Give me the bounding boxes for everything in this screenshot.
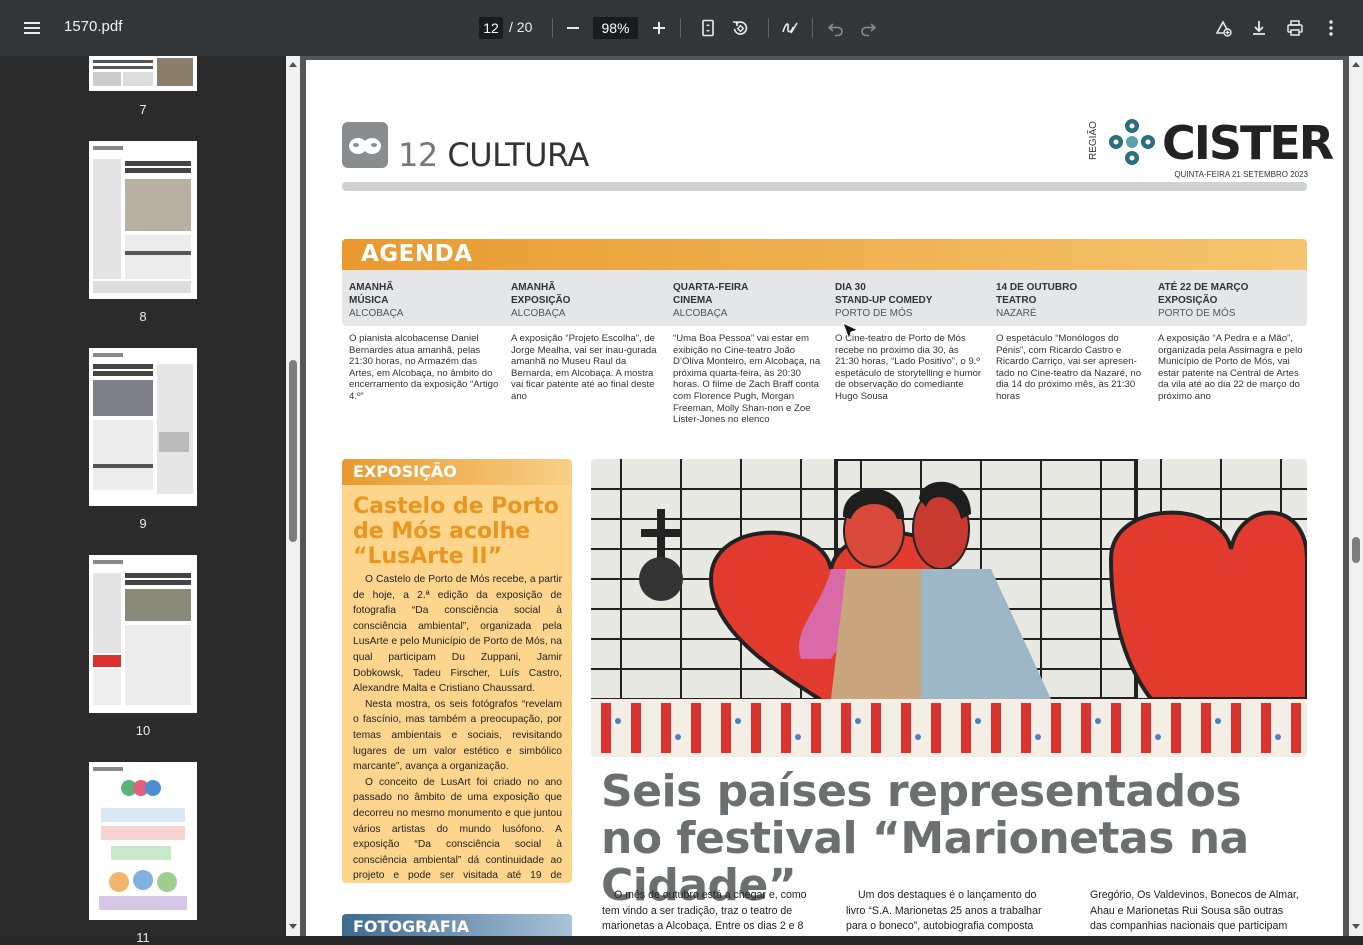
agenda-header: AGENDA (342, 239, 1307, 270)
section-name: CULTURA (447, 136, 589, 174)
thumbnail-page-7[interactable] (89, 56, 197, 91)
print-icon[interactable] (1283, 16, 1307, 40)
exhibition-paragraph: O Castelo de Porto de Mós recebe, a part… (353, 574, 562, 695)
photography-label: FOTOGRAFIA (353, 917, 470, 936)
agenda-title: AGENDA (361, 241, 473, 267)
section-heading: 12 CULTURA (398, 136, 589, 174)
scroll-down-arrow-icon[interactable] (1352, 924, 1360, 929)
thumbnail-label: 8 (139, 309, 147, 324)
pdf-toolbar: 1570.pdf 12 / 20 98% (0, 0, 1363, 56)
menu-icon[interactable] (20, 16, 44, 40)
article-column: O mês de outubro está a chegar e, como t… (602, 889, 807, 932)
agenda-text: “Uma Boa Pessoa” vai estar em exibição n… (673, 333, 821, 426)
sidebar-scrollbar-thumb[interactable] (289, 360, 297, 542)
toolbar-divider (812, 18, 813, 38)
agenda-text: O espetáculo “Monólogos do Pénis”, com R… (996, 333, 1142, 402)
thumbnail-label: 11 (136, 930, 150, 945)
agenda-when: DIA 30 (835, 282, 866, 293)
thumbnail-label: 10 (135, 723, 151, 738)
agenda-when: AMANHÃ (511, 282, 556, 293)
exhibition-sidebar-box: EXPOSIÇÃO Castelo de Porto de Mós acolhe… (342, 459, 572, 883)
agenda-place: PORTO DE MÓS (835, 308, 913, 319)
agenda-item: 14 DE OUTUBRO TEATRO NAZARÉ (996, 281, 1146, 320)
agenda-text: O Cine-teatro de Porto de Mós recebe no … (835, 333, 982, 402)
cister-emblem-icon (1109, 119, 1155, 165)
photography-header: FOTOGRAFIA (342, 914, 572, 936)
agenda-category: TEATRO (996, 295, 1037, 306)
agenda-text: O pianista alcobacense Daniel Bernardes … (349, 333, 499, 402)
zoom-out-icon[interactable] (561, 16, 585, 40)
exhibition-title: Castelo de Porto de Mós acolhe “LusArte … (353, 494, 559, 569)
agenda-item: AMANHÃ MÚSICA ALCOBAÇA (349, 281, 499, 320)
agenda-category: EXPOSIÇÃO (511, 295, 571, 306)
thumbnail-page-11[interactable] (89, 762, 197, 920)
agenda-place: ALCOBAÇA (349, 308, 404, 319)
agenda-category: STAND-UP COMEDY (835, 295, 933, 306)
exhibition-label: EXPOSIÇÃO (353, 462, 457, 481)
section-number: 12 (398, 136, 438, 174)
agenda-when: ATÉ 22 DE MARÇO (1158, 282, 1249, 293)
exhibition-body: O Castelo de Porto de Mós recebe, a part… (353, 572, 562, 883)
thumbnail-page-9[interactable] (89, 348, 197, 506)
exhibition-paragraph: O conceito de LusArt foi criado no ano p… (353, 776, 562, 882)
scroll-up-arrow-icon[interactable] (289, 62, 297, 67)
agenda-when: QUARTA-FEIRA (673, 282, 749, 293)
scroll-up-arrow-icon[interactable] (1352, 62, 1360, 67)
agenda-place: ALCOBAÇA (673, 308, 728, 319)
draw-icon[interactable] (778, 16, 802, 40)
thumbnail-page-10[interactable] (89, 555, 197, 713)
toolbar-divider (680, 18, 681, 38)
agenda-category: EXPOSIÇÃO (1158, 295, 1218, 306)
thumbnail-label: 7 (139, 102, 147, 117)
newspaper-logo: REGIÃO CISTER QUINTA-FEIRA 21 SETEMBRO 2… (1088, 112, 1334, 184)
brand-name: CISTER (1162, 116, 1334, 170)
undo-icon[interactable] (824, 16, 848, 40)
exhibition-paragraph: Nesta mostra, os seis fotógrafos “revela… (353, 698, 562, 773)
save-to-drive-icon[interactable] (1211, 16, 1235, 40)
download-icon[interactable] (1247, 16, 1271, 40)
redo-icon[interactable] (856, 16, 880, 40)
article-column: Um dos destaques é o lançamento do livro… (846, 889, 1042, 932)
agenda-place: ALCOBAÇA (511, 308, 566, 319)
brand-region: REGIÃO (1088, 121, 1099, 160)
agenda-item: ATÉ 22 DE MARÇO EXPOSIÇÃO PORTO DE MÓS (1158, 281, 1308, 320)
thumbnail-page-8[interactable] (89, 141, 197, 299)
issue-date: QUINTA-FEIRA 21 SETEMBRO 2023 (1174, 170, 1308, 179)
agenda-place: PORTO DE MÓS (1158, 308, 1236, 319)
agenda-when: AMANHÃ (349, 282, 394, 293)
theater-masks-icon (342, 122, 388, 168)
thumbnail-label: 9 (139, 516, 147, 531)
zoom-input[interactable]: 98% (593, 17, 638, 39)
mouse-cursor-icon (842, 322, 860, 341)
agenda-text: A exposição “Projeto Escolha”, de Jorge … (511, 333, 657, 402)
pdf-page: 12 CULTURA REGIÃO CISTER QUINTA-FEIRA 21… (306, 60, 1343, 936)
puppets-photo (591, 459, 1307, 757)
page-total: / 20 (509, 19, 533, 35)
document-scrollbar[interactable] (1349, 56, 1363, 936)
document-scrollbar-thumb[interactable] (1352, 537, 1360, 563)
agenda-place: NAZARÉ (996, 308, 1037, 319)
page-number-input[interactable]: 12 (479, 17, 503, 39)
more-options-icon[interactable] (1319, 16, 1343, 40)
agenda-when: 14 DE OUTUBRO (996, 282, 1078, 293)
agenda-category: CINEMA (673, 295, 713, 306)
file-name: 1570.pdf (64, 18, 123, 35)
agenda-text: A exposição “A Pedra e a Mão”, organizad… (1158, 333, 1303, 402)
zoom-in-icon[interactable] (647, 16, 671, 40)
toolbar-divider (768, 18, 769, 38)
article-column: Gregório, Os Valdevinos, Bonecos de Alma… (1090, 889, 1299, 932)
scroll-down-arrow-icon[interactable] (289, 924, 297, 929)
toolbar-divider (552, 18, 553, 38)
rotate-icon[interactable] (728, 16, 752, 40)
fit-page-icon[interactable] (696, 16, 720, 40)
agenda-item: QUARTA-FEIRA CINEMA ALCOBAÇA (673, 281, 823, 320)
agenda-category: MÚSICA (349, 295, 389, 306)
agenda-item: DIA 30 STAND-UP COMEDY PORTO DE MÓS (835, 281, 985, 320)
agenda-item: AMANHÃ EXPOSIÇÃO ALCOBAÇA (511, 281, 661, 320)
header-rule (342, 182, 1307, 191)
